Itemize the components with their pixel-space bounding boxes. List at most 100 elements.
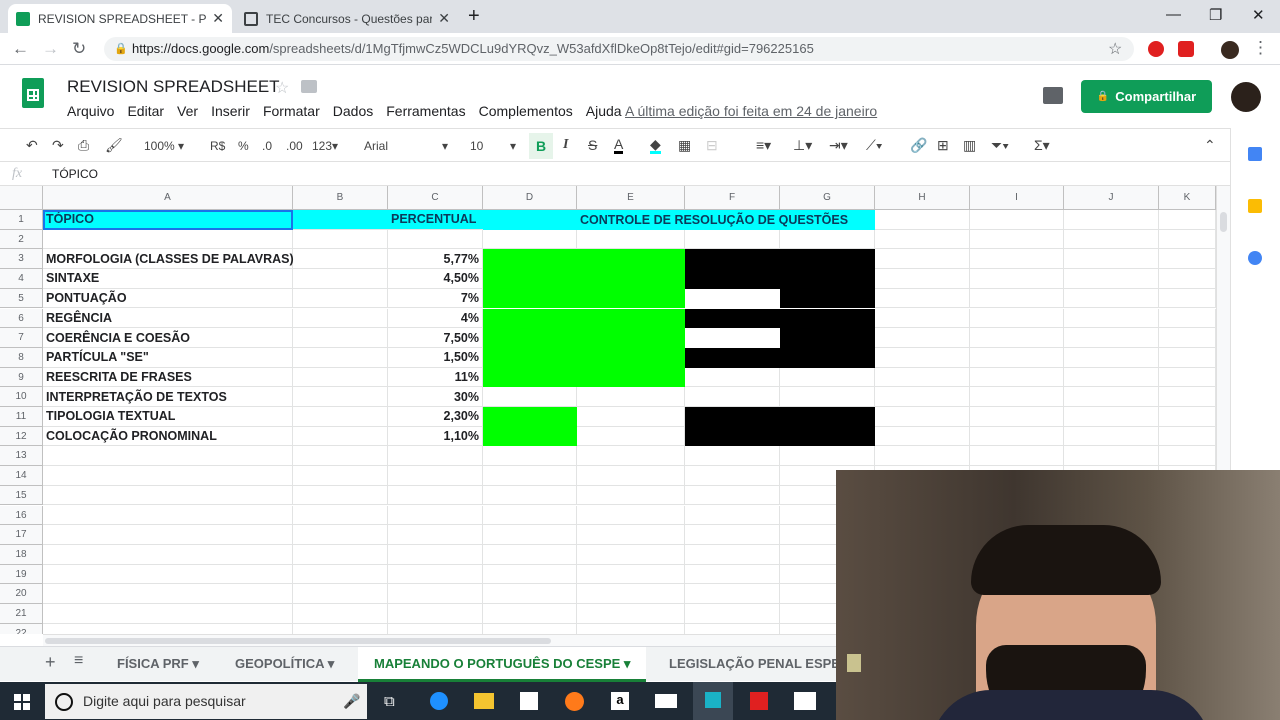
cell-h1[interactable] bbox=[875, 210, 970, 230]
cell-f2[interactable] bbox=[685, 229, 780, 250]
cell-b17[interactable] bbox=[293, 525, 388, 545]
cell-b6[interactable] bbox=[293, 308, 388, 329]
column-header-k[interactable]: K bbox=[1159, 186, 1216, 210]
collapse-icon[interactable]: ⌃ bbox=[1204, 137, 1216, 154]
cell-h11[interactable] bbox=[875, 407, 970, 427]
close-tab-icon[interactable]: ✕ bbox=[438, 10, 450, 27]
cell-e7[interactable] bbox=[577, 328, 685, 348]
menu-ferramentas[interactable]: Ferramentas bbox=[386, 103, 465, 119]
cell-f8[interactable] bbox=[685, 347, 780, 368]
cell-e17[interactable] bbox=[577, 525, 685, 545]
cell-c18[interactable] bbox=[388, 544, 483, 565]
cell-k4[interactable] bbox=[1159, 269, 1216, 289]
back-icon[interactable]: ← bbox=[12, 39, 29, 59]
sheet-tab[interactable]: FÍSICA PRF ▾ bbox=[101, 647, 215, 681]
row-header[interactable]: 15 bbox=[0, 485, 43, 506]
cell-i3[interactable] bbox=[970, 249, 1064, 270]
opera-extension-icon[interactable] bbox=[1148, 41, 1164, 57]
decrease-decimal-button[interactable]: .0 bbox=[262, 139, 272, 153]
cell-e21[interactable] bbox=[577, 604, 685, 624]
italic-button[interactable]: I bbox=[563, 137, 568, 153]
cell-a16[interactable] bbox=[43, 505, 293, 526]
calendar-icon[interactable] bbox=[1248, 147, 1262, 161]
cell-b22[interactable] bbox=[293, 623, 388, 634]
cell-j1[interactable] bbox=[1064, 210, 1159, 230]
cell-j11[interactable] bbox=[1064, 407, 1159, 427]
cell-k7[interactable] bbox=[1159, 328, 1216, 348]
cell-a22[interactable] bbox=[43, 623, 293, 634]
cell-j6[interactable] bbox=[1064, 308, 1159, 329]
cell-i12[interactable] bbox=[970, 426, 1064, 447]
cell-b18[interactable] bbox=[293, 544, 388, 565]
percent-button[interactable]: % bbox=[238, 139, 249, 153]
cell-e5[interactable] bbox=[577, 288, 685, 309]
column-header-i[interactable]: I bbox=[970, 186, 1064, 210]
strikethrough-button[interactable]: S bbox=[588, 137, 597, 153]
row-header[interactable]: 11 bbox=[0, 407, 43, 427]
cell-j9[interactable] bbox=[1064, 367, 1159, 388]
cell-e19[interactable] bbox=[577, 564, 685, 585]
insert-comment-icon[interactable]: ⊞ bbox=[937, 137, 949, 154]
cell-h10[interactable] bbox=[875, 387, 970, 407]
link-icon[interactable]: 🔗 bbox=[910, 137, 927, 154]
cell-f3[interactable] bbox=[685, 249, 780, 270]
cell-i9[interactable] bbox=[970, 367, 1064, 388]
cell-a11[interactable]: TIPOLOGIA TEXTUAL bbox=[43, 407, 293, 427]
cell-d5[interactable] bbox=[483, 288, 577, 309]
cell-d7[interactable] bbox=[483, 328, 577, 348]
cell-h7[interactable] bbox=[875, 328, 970, 348]
cell-i6[interactable] bbox=[970, 308, 1064, 329]
bold-button[interactable]: B bbox=[529, 133, 553, 159]
cell-b1[interactable] bbox=[293, 210, 388, 230]
cell-a3[interactable]: MORFOLOGIA (CLASSES DE PALAVRAS) bbox=[43, 249, 294, 270]
functions-button[interactable]: Σ▾ bbox=[1034, 137, 1050, 154]
row-header[interactable]: 6 bbox=[0, 308, 43, 329]
cell-d15[interactable] bbox=[483, 485, 577, 506]
cell-g13[interactable] bbox=[780, 446, 875, 467]
cell-b4[interactable] bbox=[293, 269, 388, 289]
cell-a14[interactable] bbox=[43, 466, 293, 486]
cell-j4[interactable] bbox=[1064, 269, 1159, 289]
vertical-align-icon[interactable]: ⊥▾ bbox=[793, 137, 812, 154]
cell-b10[interactable] bbox=[293, 387, 388, 407]
row-header[interactable]: 5 bbox=[0, 288, 43, 309]
column-header-d[interactable]: D bbox=[483, 186, 577, 210]
cell-e10[interactable] bbox=[577, 387, 685, 407]
cell-c14[interactable] bbox=[388, 466, 483, 486]
cell-i5[interactable] bbox=[970, 288, 1064, 309]
cell-c2[interactable] bbox=[388, 229, 483, 250]
cell-a12[interactable]: COLOCAÇÃO PRONOMINAL bbox=[43, 426, 293, 447]
cell-f7[interactable] bbox=[685, 328, 780, 348]
cell-i7[interactable] bbox=[970, 328, 1064, 348]
cell-b5[interactable] bbox=[293, 288, 388, 309]
row-header[interactable]: 19 bbox=[0, 564, 43, 585]
cell-e1[interactable]: CONTROLE DE RESOLUÇÃO DE QUESTÕES bbox=[577, 210, 848, 230]
cell-e9[interactable] bbox=[577, 367, 685, 388]
cell-i1[interactable] bbox=[970, 210, 1064, 230]
taskbar-app-active[interactable] bbox=[693, 682, 733, 720]
cell-a6[interactable]: REGÊNCIA bbox=[43, 308, 293, 329]
firefox-icon[interactable] bbox=[565, 692, 584, 711]
cell-e12[interactable] bbox=[577, 426, 685, 447]
row-header[interactable]: 22 bbox=[0, 623, 43, 634]
cell-c10[interactable]: 30% bbox=[388, 387, 483, 407]
cell-g10[interactable] bbox=[780, 387, 875, 407]
column-header-h[interactable]: H bbox=[875, 186, 970, 210]
cell-k2[interactable] bbox=[1159, 229, 1216, 250]
cell-h5[interactable] bbox=[875, 288, 970, 309]
cell-h3[interactable] bbox=[875, 249, 970, 270]
cell-c12[interactable]: 1,10% bbox=[388, 426, 483, 447]
tasks-icon[interactable] bbox=[1248, 251, 1262, 265]
cell-k8[interactable] bbox=[1159, 347, 1216, 368]
cell-d11[interactable] bbox=[483, 407, 577, 427]
cell-j13[interactable] bbox=[1064, 446, 1159, 467]
cell-a15[interactable] bbox=[43, 485, 293, 506]
cell-g12[interactable] bbox=[780, 426, 875, 447]
insert-chart-icon[interactable]: ▥ bbox=[963, 137, 976, 154]
cell-f18[interactable] bbox=[685, 544, 780, 565]
cell-a19[interactable] bbox=[43, 564, 293, 585]
cell-k11[interactable] bbox=[1159, 407, 1216, 427]
row-header[interactable]: 7 bbox=[0, 328, 43, 348]
folder-icon[interactable] bbox=[301, 80, 317, 93]
cell-e18[interactable] bbox=[577, 544, 685, 565]
